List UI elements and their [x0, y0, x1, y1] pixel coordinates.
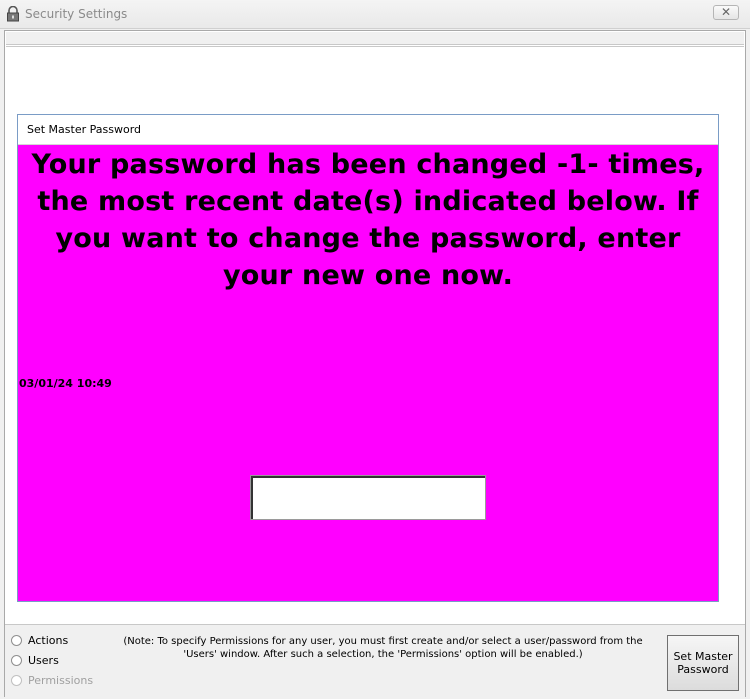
option-actions-label: Actions [28, 634, 69, 647]
new-password-input[interactable] [250, 475, 486, 520]
radio-users[interactable] [11, 655, 22, 666]
title-bar: Security Settings ✕ [0, 0, 750, 29]
panel-title: Set Master Password [27, 123, 142, 136]
close-icon: ✕ [720, 5, 732, 19]
change-date: 03/01/24 10:49 [19, 377, 112, 390]
set-master-password-panel: Set Master Password Your password has be… [17, 114, 719, 602]
option-actions[interactable]: Actions [11, 634, 68, 647]
toolbar-strip [6, 32, 744, 45]
panel-header: Set Master Password [18, 115, 718, 145]
password-change-message: Your password has been changed -1- times… [31, 149, 705, 291]
lock-icon [7, 6, 19, 22]
radio-permissions [11, 675, 22, 686]
radio-actions[interactable] [11, 635, 22, 646]
close-button[interactable]: ✕ [713, 5, 739, 20]
window-title: Security Settings [25, 7, 128, 21]
set-master-password-button[interactable]: Set Master Password [667, 635, 739, 691]
permissions-note: (Note: To specify Permissions for any us… [123, 636, 643, 660]
option-users-label: Users [28, 654, 59, 667]
option-users[interactable]: Users [11, 654, 59, 667]
option-permissions-label: Permissions [28, 674, 94, 687]
bottom-bar: Actions Users Permissions (Note: To spec… [5, 624, 745, 697]
option-permissions: Permissions [11, 674, 93, 687]
toolbar-divider [6, 46, 744, 47]
